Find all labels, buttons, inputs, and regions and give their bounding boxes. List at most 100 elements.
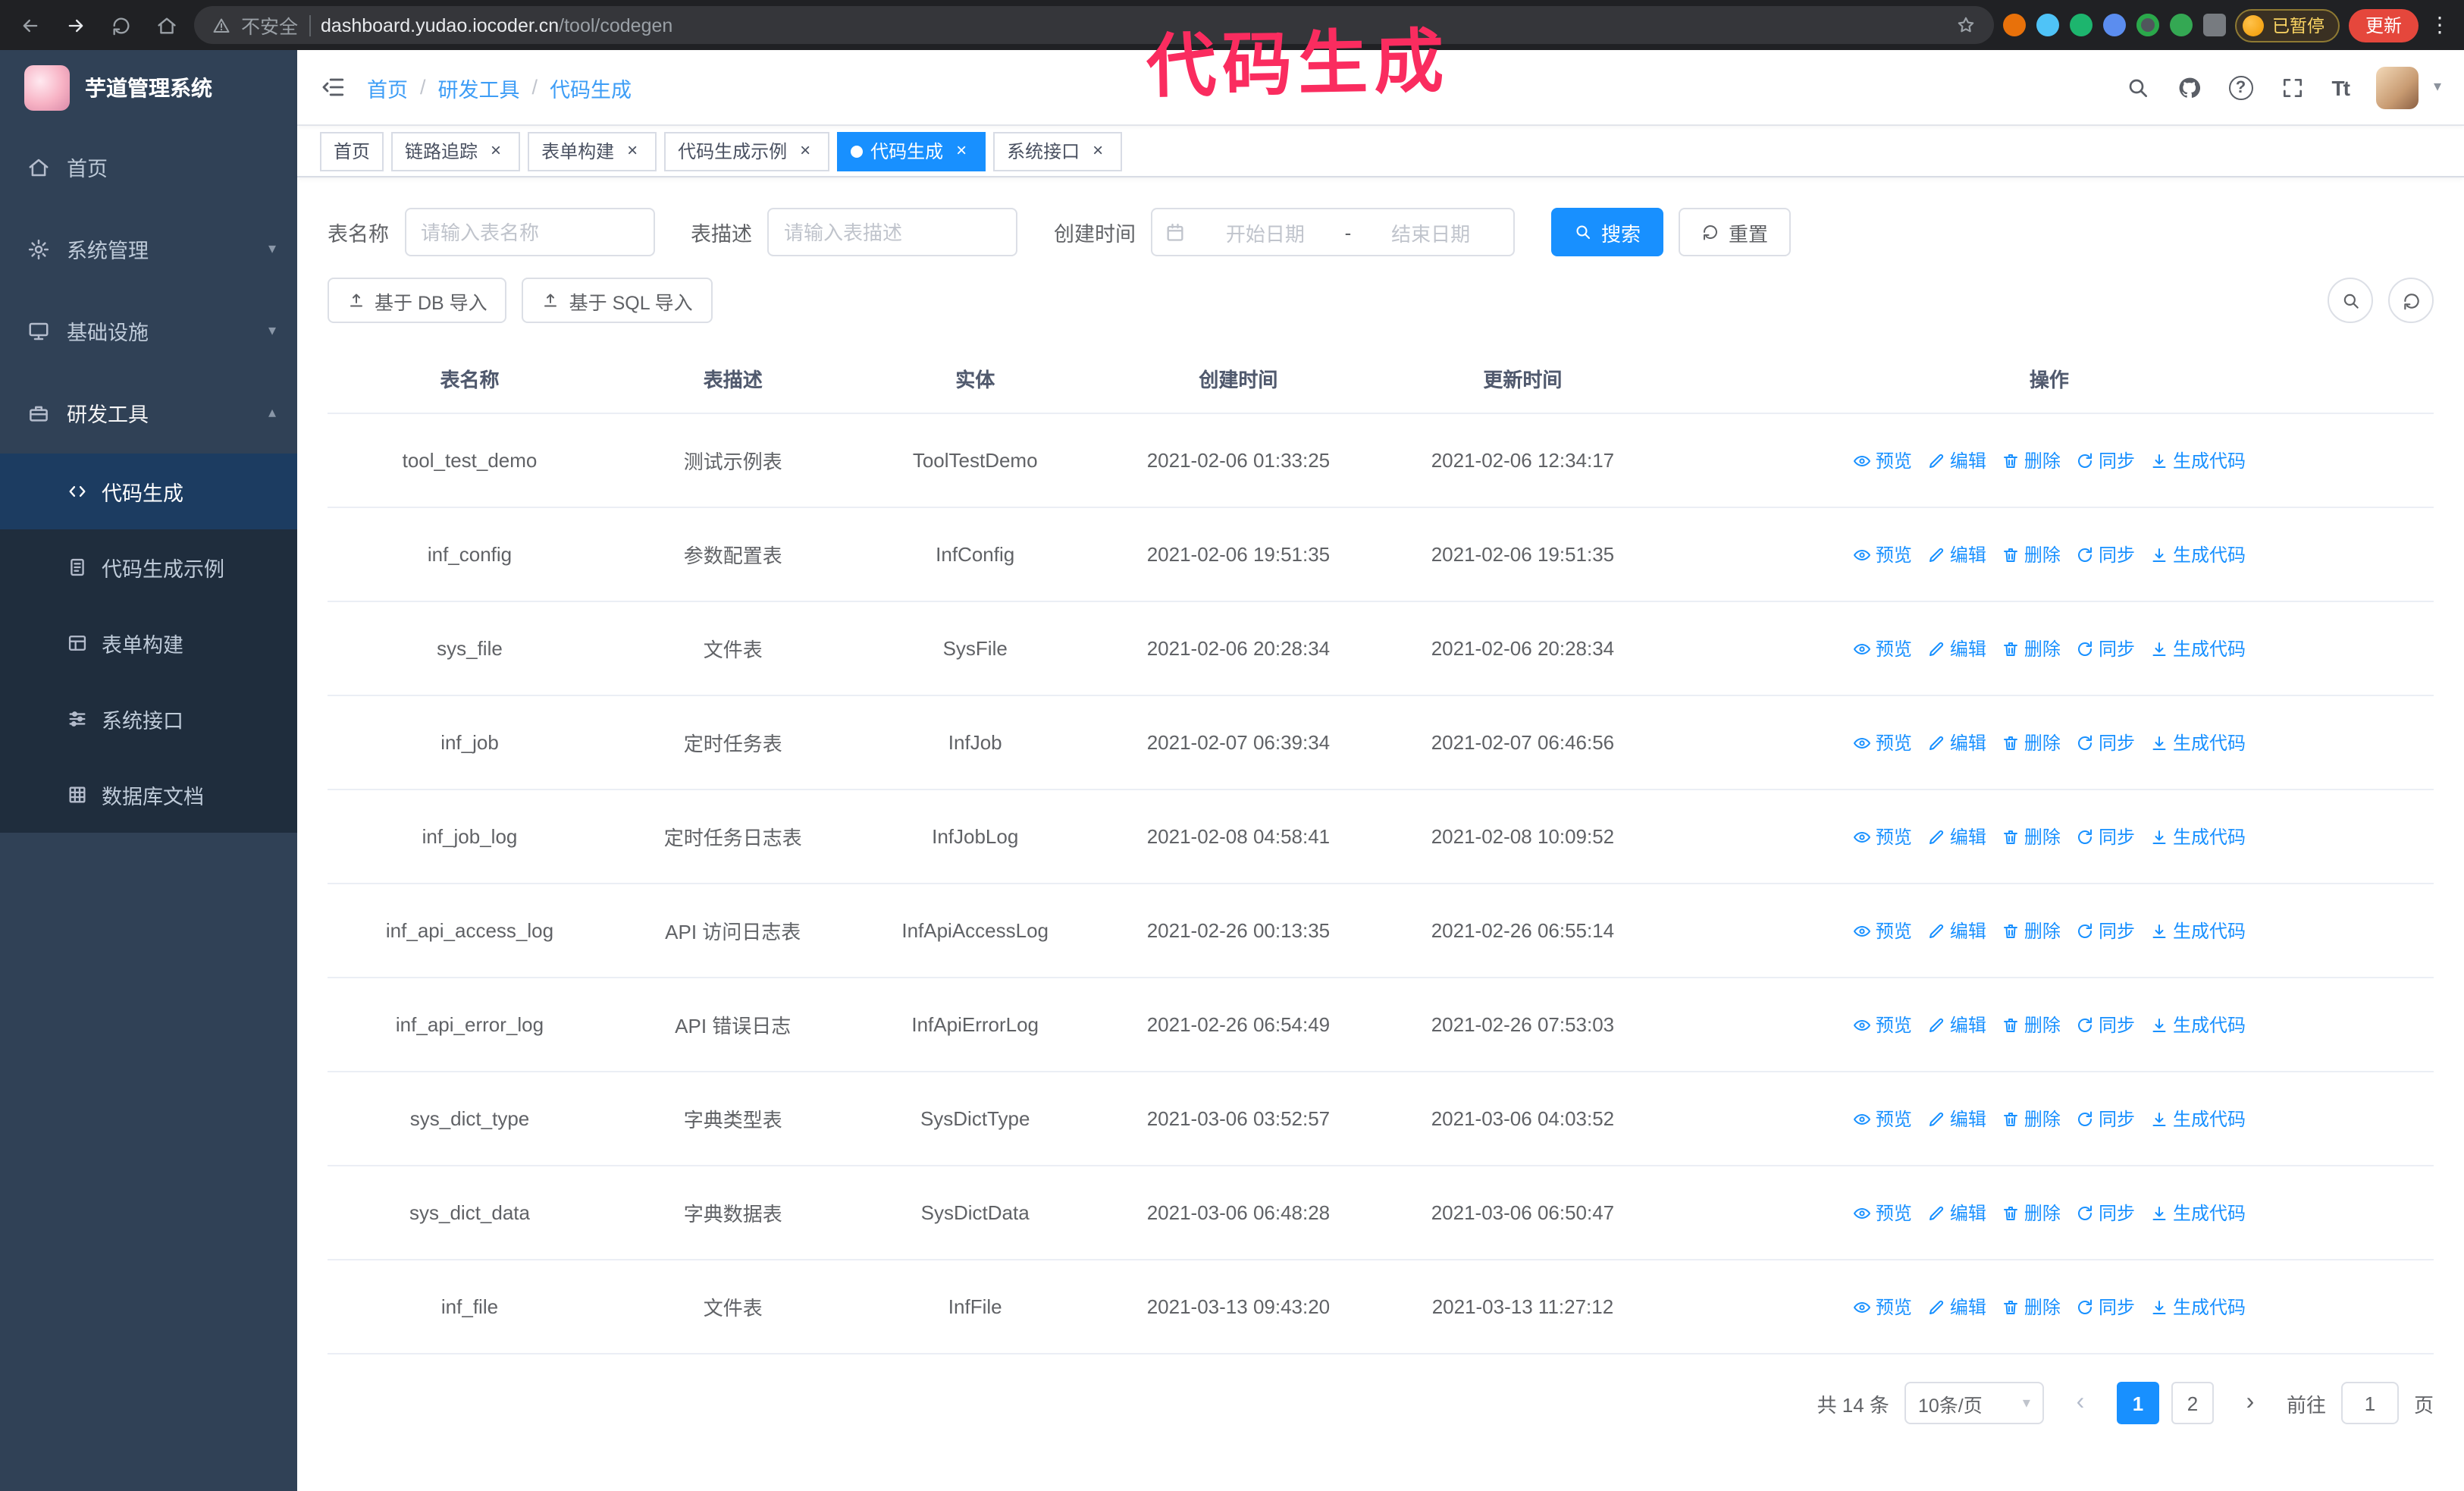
- action-generate-code-link[interactable]: 生成代码: [2150, 1200, 2246, 1226]
- action-generate-code-link[interactable]: 生成代码: [2150, 730, 2246, 755]
- action-delete-link[interactable]: 删除: [2002, 1294, 2061, 1320]
- sidebar-subitem-8[interactable]: 数据库文档: [0, 757, 297, 833]
- extension-icon[interactable]: [2136, 14, 2160, 36]
- tab-1[interactable]: 链路追踪 ×: [391, 131, 521, 171]
- action-sync-link[interactable]: 同步: [2076, 1106, 2135, 1132]
- sidebar-logo[interactable]: 芋道管理系统: [0, 50, 297, 126]
- action-generate-code-link[interactable]: 生成代码: [2150, 918, 2246, 943]
- action-edit-link[interactable]: 编辑: [1927, 1106, 1986, 1132]
- action-sync-link[interactable]: 同步: [2076, 730, 2135, 755]
- date-range-picker[interactable]: 开始日期 - 结束日期: [1151, 208, 1515, 256]
- action-delete-link[interactable]: 删除: [2002, 824, 2061, 849]
- action-edit-link[interactable]: 编辑: [1927, 636, 1986, 661]
- action-edit-link[interactable]: 编辑: [1927, 1200, 1986, 1226]
- toggle-search-button[interactable]: [2328, 278, 2373, 323]
- extension-icon[interactable]: [2036, 14, 2060, 36]
- table-name-input[interactable]: [404, 208, 654, 256]
- action-sync-link[interactable]: 同步: [2076, 918, 2135, 943]
- close-icon[interactable]: ×: [1087, 140, 1108, 162]
- refresh-table-button[interactable]: [2388, 278, 2434, 323]
- close-icon[interactable]: ×: [485, 140, 506, 162]
- action-generate-code-link[interactable]: 生成代码: [2150, 541, 2246, 567]
- close-icon[interactable]: ×: [795, 140, 816, 162]
- action-generate-code-link[interactable]: 生成代码: [2150, 636, 2246, 661]
- tab-3[interactable]: 代码生成示例 ×: [664, 131, 830, 171]
- action-edit-link[interactable]: 编辑: [1927, 918, 1986, 943]
- github-icon[interactable]: [2177, 75, 2202, 99]
- sidebar-subitem-6[interactable]: 表单构建: [0, 605, 297, 681]
- action-edit-link[interactable]: 编辑: [1927, 824, 1986, 849]
- action-delete-link[interactable]: 删除: [2002, 1106, 2061, 1132]
- tab-2[interactable]: 表单构建 ×: [528, 131, 657, 171]
- bookmark-star-icon[interactable]: [1957, 15, 1977, 35]
- forward-icon[interactable]: [58, 7, 94, 43]
- sidebar-collapse-icon[interactable]: [320, 74, 346, 100]
- action-preview-link[interactable]: 预览: [1853, 918, 1912, 943]
- caret-down-icon[interactable]: ▾: [2434, 79, 2441, 96]
- breadcrumb-item-2[interactable]: 代码生成: [550, 72, 632, 102]
- date-start-input[interactable]: 开始日期: [1195, 218, 1336, 246]
- action-preview-link[interactable]: 预览: [1853, 1106, 1912, 1132]
- back-icon[interactable]: [12, 7, 49, 43]
- action-generate-code-link[interactable]: 生成代码: [2150, 447, 2246, 473]
- search-icon[interactable]: [2126, 75, 2150, 99]
- user-avatar[interactable]: [2375, 66, 2419, 108]
- action-preview-link[interactable]: 预览: [1853, 824, 1912, 849]
- breadcrumb-item-1[interactable]: 研发工具: [438, 72, 520, 102]
- sidebar-item-3[interactable]: 研发工具 ▴: [0, 372, 297, 454]
- action-edit-link[interactable]: 编辑: [1927, 730, 1986, 755]
- action-sync-link[interactable]: 同步: [2076, 1012, 2135, 1037]
- action-sync-link[interactable]: 同步: [2076, 824, 2135, 849]
- browser-home-icon[interactable]: [149, 7, 185, 43]
- page-size-select[interactable]: 10条/页 ▾: [1904, 1382, 2044, 1424]
- action-preview-link[interactable]: 预览: [1853, 636, 1912, 661]
- address-bar[interactable]: 不安全 dashboard.yudao.iocoder.cn/tool/code…: [194, 6, 1995, 44]
- goto-page-input[interactable]: [2340, 1382, 2399, 1424]
- breadcrumb-item-0[interactable]: 首页: [367, 72, 408, 102]
- update-button[interactable]: 更新: [2348, 8, 2419, 42]
- next-page-button[interactable]: ›: [2229, 1382, 2271, 1424]
- help-icon[interactable]: ?: [2228, 75, 2253, 99]
- tab-4[interactable]: 代码生成 ×: [837, 131, 986, 171]
- action-preview-link[interactable]: 预览: [1853, 541, 1912, 567]
- action-preview-link[interactable]: 预览: [1853, 1294, 1912, 1320]
- action-generate-code-link[interactable]: 生成代码: [2150, 824, 2246, 849]
- sidebar-item-1[interactable]: 系统管理 ▾: [0, 208, 297, 290]
- action-sync-link[interactable]: 同步: [2076, 447, 2135, 473]
- font-size-icon[interactable]: Tt: [2332, 75, 2350, 99]
- tab-0[interactable]: 首页: [320, 131, 384, 171]
- tab-5[interactable]: 系统接口 ×: [993, 131, 1123, 171]
- close-icon[interactable]: ×: [951, 140, 972, 162]
- action-sync-link[interactable]: 同步: [2076, 636, 2135, 661]
- action-delete-link[interactable]: 删除: [2002, 447, 2061, 473]
- import-sql-button[interactable]: 基于 SQL 导入: [522, 278, 713, 323]
- action-edit-link[interactable]: 编辑: [1927, 541, 1986, 567]
- sidebar-subitem-5[interactable]: 代码生成示例: [0, 529, 297, 605]
- action-delete-link[interactable]: 删除: [2002, 1012, 2061, 1037]
- action-preview-link[interactable]: 预览: [1853, 1200, 1912, 1226]
- page-button-2[interactable]: 2: [2171, 1382, 2214, 1424]
- action-delete-link[interactable]: 删除: [2002, 918, 2061, 943]
- sidebar-item-0[interactable]: 首页: [0, 126, 297, 208]
- search-button[interactable]: 搜索: [1551, 208, 1664, 256]
- date-end-input[interactable]: 结束日期: [1360, 218, 1501, 246]
- page-button-1[interactable]: 1: [2116, 1382, 2159, 1424]
- table-desc-input[interactable]: [767, 208, 1017, 256]
- action-preview-link[interactable]: 预览: [1853, 730, 1912, 755]
- fullscreen-icon[interactable]: [2281, 75, 2305, 99]
- prev-page-button[interactable]: ‹: [2059, 1382, 2102, 1424]
- reload-icon[interactable]: [103, 7, 140, 43]
- browser-menu-icon[interactable]: ⋮: [2428, 12, 2452, 38]
- extension-icon[interactable]: [2070, 14, 2093, 36]
- action-sync-link[interactable]: 同步: [2076, 1294, 2135, 1320]
- action-generate-code-link[interactable]: 生成代码: [2150, 1106, 2246, 1132]
- action-edit-link[interactable]: 编辑: [1927, 1012, 1986, 1037]
- action-generate-code-link[interactable]: 生成代码: [2150, 1294, 2246, 1320]
- action-delete-link[interactable]: 删除: [2002, 730, 2061, 755]
- close-icon[interactable]: ×: [622, 140, 643, 162]
- extension-icon[interactable]: [2170, 14, 2193, 36]
- action-sync-link[interactable]: 同步: [2076, 1200, 2135, 1226]
- sidebar-subitem-4[interactable]: 代码生成: [0, 454, 297, 529]
- reset-button[interactable]: 重置: [1679, 208, 1792, 256]
- sidebar-item-2[interactable]: 基础设施 ▾: [0, 290, 297, 372]
